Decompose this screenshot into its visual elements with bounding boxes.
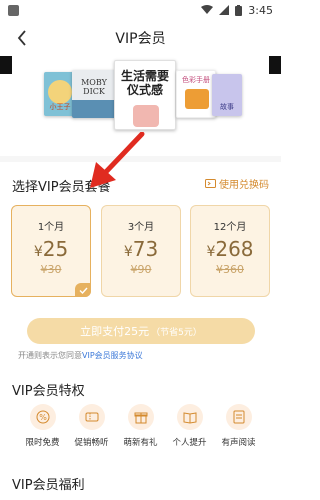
plan-price-value: 268: [215, 237, 254, 261]
redeem-code-link[interactable]: 使用兑换码: [205, 176, 269, 191]
privileges-section-title: VIP会员特权: [12, 384, 85, 399]
privilege-label: 个人提升: [172, 438, 207, 448]
banner-edge-left: [0, 56, 12, 74]
svg-text:%: %: [39, 413, 47, 422]
privilege-newbie-gift[interactable]: 萌新有礼: [119, 404, 163, 448]
book-cover-4: 故事: [212, 74, 242, 116]
plan-currency: ¥: [123, 244, 133, 260]
plan-card-1-month[interactable]: 1个月 ¥25 ¥30: [11, 205, 91, 297]
plan-price: ¥73: [102, 237, 180, 261]
plan-price: ¥268: [191, 237, 269, 261]
coupon-icon: [78, 404, 105, 430]
pay-now-button[interactable]: 立即支付25元 （节省5元）: [27, 318, 255, 344]
selected-check-icon: [75, 283, 91, 297]
page-title: VIP会员: [115, 31, 166, 47]
pay-now-label: 立即支付25元: [80, 325, 150, 338]
status-time: 3:45: [248, 3, 273, 17]
redeem-code-label: 使用兑换码: [219, 180, 269, 191]
plan-currency: ¥: [33, 244, 43, 260]
wifi-icon: [201, 5, 214, 15]
plan-original-price: ¥90: [130, 263, 152, 276]
agreement-prefix: 开通则表示您同意: [18, 351, 82, 360]
back-button[interactable]: [10, 26, 34, 50]
signal-icon: [219, 5, 230, 15]
plan-name: 3个月: [127, 222, 155, 233]
top-nav: VIP会员: [0, 24, 281, 52]
plan-original-price: ¥360: [216, 263, 244, 276]
plan-card-12-month[interactable]: 12个月 ¥268 ¥360: [190, 205, 270, 297]
privilege-label: 萌新有礼: [123, 438, 158, 448]
banner-edge-right: [269, 56, 281, 74]
percent-icon: %: [29, 404, 56, 430]
book-title-2: MOBY DICK: [81, 78, 107, 96]
plan-price-value: 73: [132, 237, 159, 261]
plan-card-3-month[interactable]: 3个月 ¥73 ¥90: [101, 205, 181, 297]
book-title-4: 故事: [220, 103, 234, 111]
plan-name: 12个月: [213, 222, 247, 233]
plan-price-value: 25: [42, 237, 69, 261]
book-cover-3: 色彩手册: [176, 70, 216, 118]
redeem-ticket-icon: [205, 179, 216, 188]
status-bar: 3:45: [0, 0, 281, 20]
plan-name: 1个月: [37, 222, 65, 233]
vip-agreement-link[interactable]: VIP会员服务协议: [82, 351, 143, 360]
privilege-label: 有声阅读: [221, 438, 256, 448]
plan-price: ¥25: [12, 237, 90, 261]
benefits-section-title: VIP会员福利: [12, 478, 85, 493]
back-arrow-icon: [17, 30, 26, 46]
plan-original-price: ¥30: [40, 263, 62, 276]
privilege-promo-listen[interactable]: 促销畅听: [70, 404, 114, 448]
annotation-arrow-icon: [90, 132, 145, 188]
privilege-label: 限时免费: [25, 438, 60, 448]
battery-icon: [235, 4, 243, 16]
notification-app-icon: [8, 4, 19, 16]
privilege-audio-reading[interactable]: 有声阅读: [217, 404, 261, 448]
audio-book-icon: [225, 404, 252, 430]
book-title-center: 生活需要仪式感: [121, 69, 170, 97]
privilege-label: 促销畅听: [74, 438, 109, 448]
gift-icon: [127, 404, 154, 430]
book-icon: [176, 404, 203, 430]
pay-savings-label: （节省5元）: [151, 327, 202, 338]
privileges-list: % 限时免费 促销畅听 萌新有礼 个人提升 有声阅读: [0, 404, 281, 448]
privilege-self-improvement[interactable]: 个人提升: [168, 404, 212, 448]
agreement-text: 开通则表示您同意VIP会员服务协议: [18, 350, 143, 361]
book-title-3: 色彩手册: [182, 76, 210, 84]
privilege-limited-free[interactable]: % 限时免费: [21, 404, 65, 448]
book-cover-center: 生活需要仪式感: [114, 60, 176, 130]
book-cover-2: MOBY DICK: [72, 70, 116, 118]
